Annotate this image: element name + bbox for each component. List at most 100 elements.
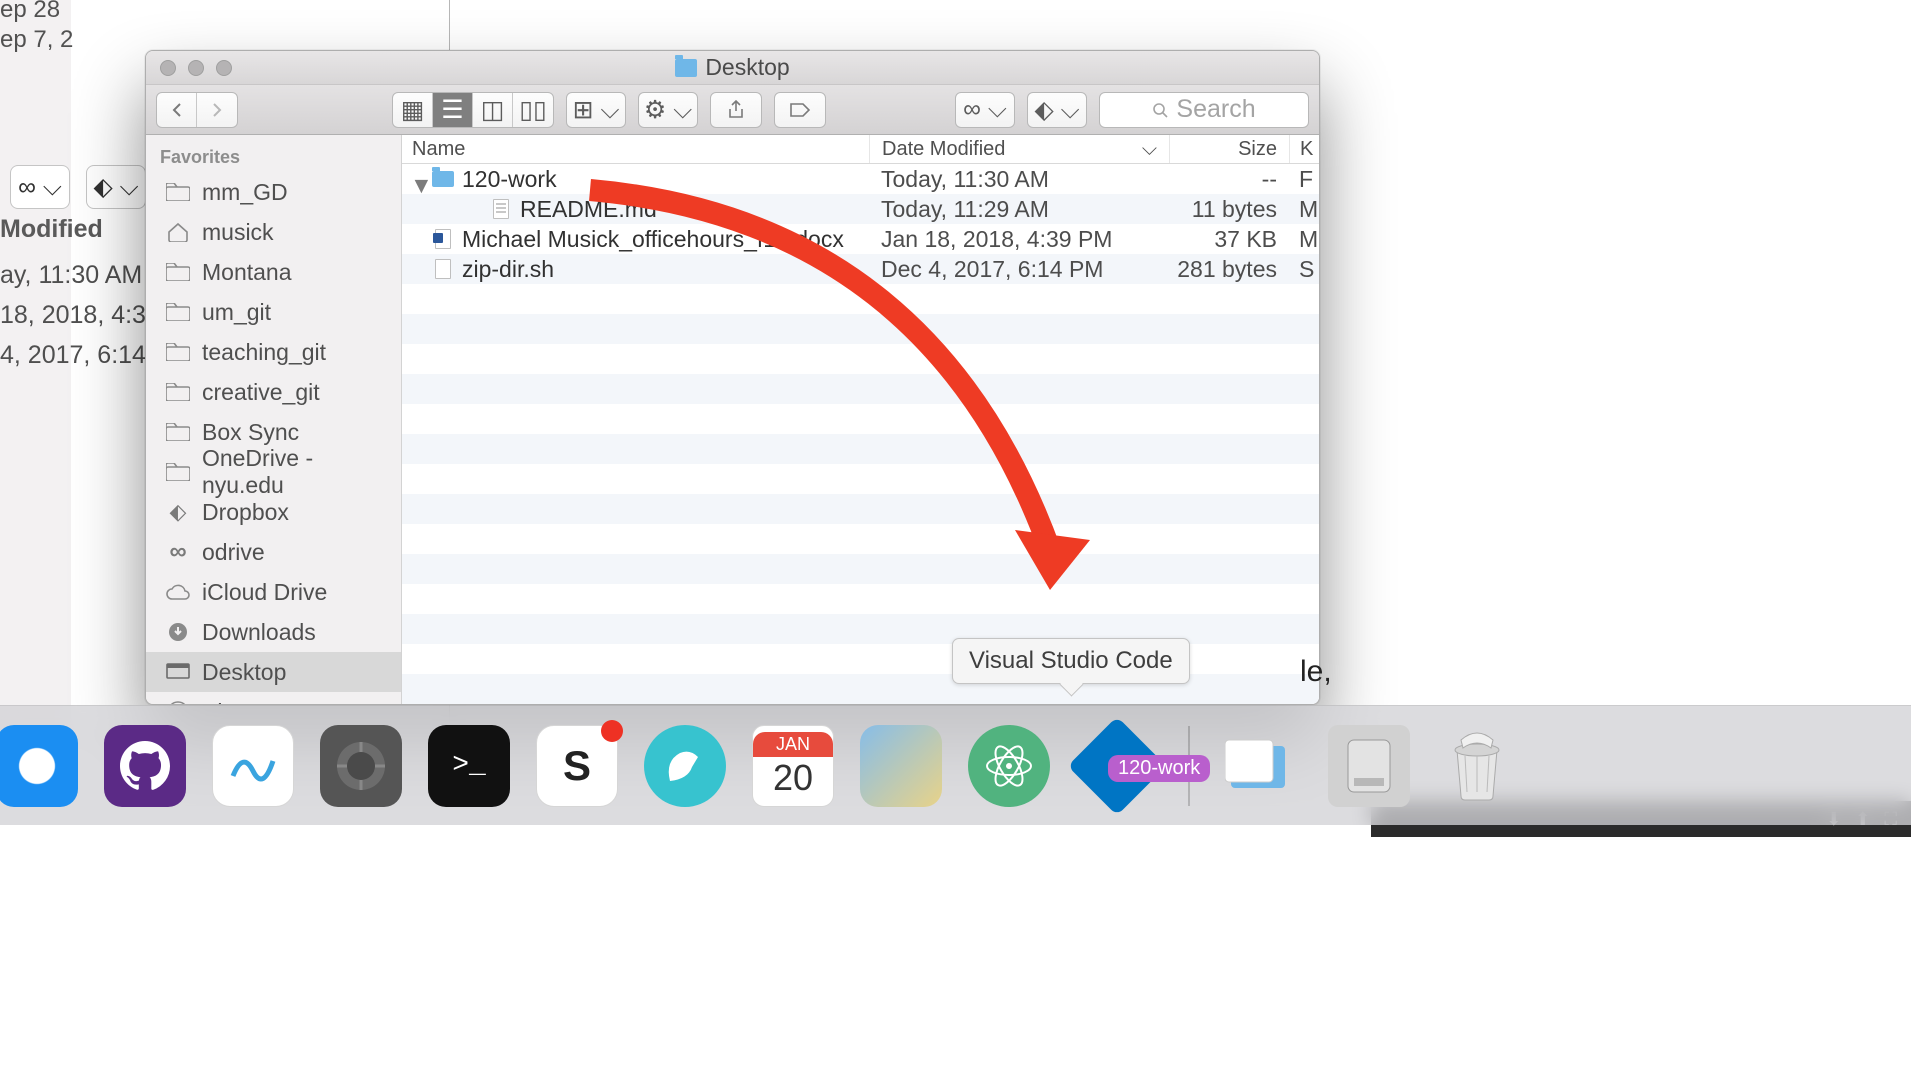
infinity-button[interactable]: ∞ ⌵ — [955, 92, 1015, 128]
dock-freeform[interactable] — [212, 725, 294, 807]
action-button[interactable]: ⚙ ⌵ — [638, 92, 698, 128]
file-kind: M — [1289, 196, 1319, 223]
notification-badge-icon — [601, 720, 623, 742]
folder-icon — [164, 181, 192, 203]
folder-icon — [164, 261, 192, 283]
file-name: zip-dir.sh — [462, 256, 554, 283]
infinity-icon: ∞ — [164, 541, 192, 563]
sidebar-item-label: Desktop — [202, 659, 286, 686]
dock-bear[interactable] — [644, 725, 726, 807]
sidebar-item-creative-git[interactable]: creative_git — [146, 372, 401, 412]
tags-button[interactable] — [774, 92, 826, 128]
forward-button[interactable] — [197, 93, 237, 127]
sidebar-item-desktop[interactable]: Desktop — [146, 652, 401, 692]
column-size[interactable]: Size — [1169, 135, 1289, 163]
sidebar: Favorites mm_GDmusickMontanaum_gitteachi… — [146, 135, 402, 704]
file-date: Dec 4, 2017, 6:14 PM — [869, 256, 1169, 283]
bg-toolbar: ∞ ⌵ ⬖ ⌵ — [10, 165, 146, 209]
dock-calendar[interactable]: JAN20 — [752, 725, 834, 807]
file-size: 37 KB — [1169, 226, 1289, 253]
file-row[interactable]: ▼120-workToday, 11:30 AM--F — [402, 164, 1319, 194]
dock-github[interactable] — [104, 725, 186, 807]
back-button[interactable] — [157, 93, 197, 127]
bg-sidebar-airdrop: ◎Air — [0, 116, 71, 156]
sidebar-item-um-git[interactable]: um_git — [146, 292, 401, 332]
empty-row — [402, 464, 1319, 494]
download-icon — [164, 621, 192, 643]
file-date: Today, 11:29 AM — [869, 196, 1169, 223]
bg-sidebar-desktop: ▭De — [0, 76, 71, 116]
gallery-view-button[interactable]: ▯▯ — [513, 93, 553, 127]
file-icon — [432, 169, 454, 189]
dock-safari[interactable] — [0, 725, 78, 807]
dock-harddrive[interactable] — [1328, 725, 1410, 807]
column-name[interactable]: Name — [402, 135, 869, 163]
file-row[interactable]: zip-dir.sh Dec 4, 2017, 6:14 PM281 bytesS — [402, 254, 1319, 284]
dock-vscode[interactable]: 120-work — [1076, 725, 1158, 807]
file-list: ▼120-workToday, 11:30 AM--FREADME.mdToda… — [402, 164, 1319, 704]
share-button[interactable] — [710, 92, 762, 128]
file-kind: M — [1289, 226, 1319, 253]
bg-column-header: Modified — [0, 215, 103, 244]
bg-dropbox-button: ⬖ ⌵ — [86, 165, 146, 209]
disclosure-triangle-icon[interactable]: ▼ — [410, 172, 424, 186]
titlebar[interactable]: Desktop — [146, 51, 1319, 85]
file-kind: F — [1289, 166, 1319, 193]
calendar-month: JAN — [753, 732, 833, 757]
dock-photos[interactable] — [860, 725, 942, 807]
sidebar-item-musick[interactable]: musick — [146, 212, 401, 252]
file-kind: S — [1289, 256, 1319, 283]
dock-terminal[interactable]: >_ — [428, 725, 510, 807]
empty-row — [402, 434, 1319, 464]
drag-badge: 120-work — [1108, 755, 1210, 782]
sidebar-item-label: iCloud Drive — [202, 579, 327, 606]
sidebar-item-label: teaching_git — [202, 339, 326, 366]
sidebar-item-onedrive-nyu-edu[interactable]: OneDrive - nyu.edu — [146, 452, 401, 492]
file-icon — [432, 229, 454, 249]
dock-settings[interactable] — [320, 725, 402, 807]
file-size: 281 bytes — [1169, 256, 1289, 283]
dropbox-button[interactable]: ⬖ ⌵ — [1027, 92, 1087, 128]
file-name: Michael Musick_officehours_f17.docx — [462, 226, 844, 253]
file-row[interactable]: Michael Musick_officehours_f17.docxJan 1… — [402, 224, 1319, 254]
empty-row — [402, 284, 1319, 314]
folder-icon — [164, 301, 192, 323]
empty-row — [402, 404, 1319, 434]
sidebar-item-label: um_git — [202, 299, 271, 326]
icon-view-button[interactable]: ▦ — [393, 93, 433, 127]
column-view-button[interactable]: ◫ — [473, 93, 513, 127]
dock-atom[interactable] — [968, 725, 1050, 807]
file-row[interactable]: README.md Today, 11:29 AM11 bytesM — [402, 194, 1319, 224]
sidebar-item-odrive[interactable]: ∞odrive — [146, 532, 401, 572]
arrange-button[interactable]: ⊞ ⌵ — [566, 92, 626, 128]
file-name: README.md — [520, 196, 657, 223]
dock-slack[interactable]: S — [536, 725, 618, 807]
folder-icon — [675, 59, 697, 77]
search-field[interactable]: Search — [1099, 92, 1309, 128]
sidebar-item-label: musick — [202, 219, 274, 246]
bg-date-2: ep 7, 2 — [0, 26, 73, 54]
column-kind[interactable]: K — [1289, 135, 1319, 163]
dock-tooltip: Visual Studio Code — [952, 638, 1190, 684]
sidebar-item-downloads[interactable]: Downloads — [146, 612, 401, 652]
search-icon — [1152, 102, 1168, 118]
nav-buttons — [156, 92, 238, 128]
sidebar-item-airdrop[interactable]: AirDrop — [146, 692, 401, 704]
column-header-row: Name Date Modified⌵ Size K — [402, 135, 1319, 164]
file-size: 11 bytes — [1169, 196, 1289, 223]
sidebar-item-label: Montana — [202, 259, 292, 286]
column-date[interactable]: Date Modified⌵ — [869, 135, 1169, 163]
sidebar-item-teaching-git[interactable]: teaching_git — [146, 332, 401, 372]
dock-folder-stack[interactable] — [1220, 725, 1302, 807]
sidebar-item-mm-gd[interactable]: mm_GD — [146, 172, 401, 212]
finder-window: Desktop ▦ ☰ ◫ ▯▯ ⊞ ⌵ ⚙ ⌵ ∞ ⌵ ⬖ ⌵ Search … — [145, 50, 1320, 705]
sidebar-item-montana[interactable]: Montana — [146, 252, 401, 292]
list-view-button[interactable]: ☰ — [433, 93, 473, 127]
empty-row — [402, 524, 1319, 554]
dock-trash[interactable] — [1436, 725, 1518, 807]
file-name: 120-work — [462, 166, 557, 193]
sidebar-item-icloud-drive[interactable]: iCloud Drive — [146, 572, 401, 612]
view-buttons: ▦ ☰ ◫ ▯▯ — [392, 92, 554, 128]
cloud-icon — [164, 581, 192, 603]
sidebar-item-label: mm_GD — [202, 179, 288, 206]
